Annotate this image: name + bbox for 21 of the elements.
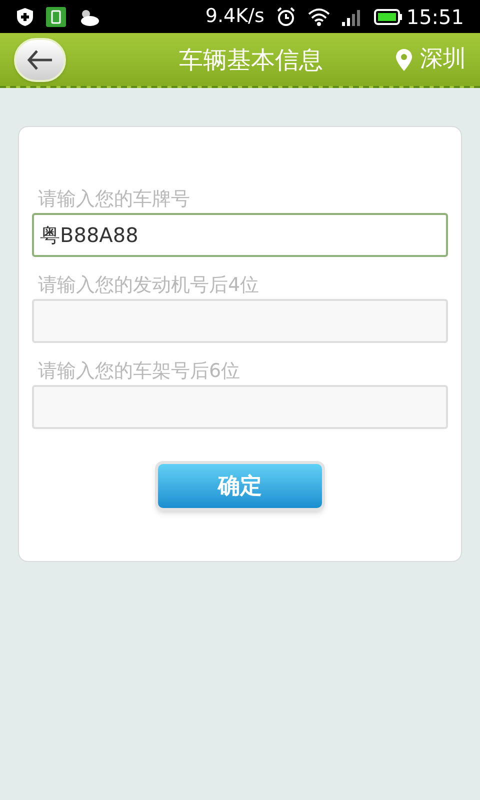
shield-icon <box>16 6 34 26</box>
input-field[interactable] <box>32 385 448 429</box>
alarm-icon <box>276 6 296 26</box>
weather-icon <box>78 8 100 26</box>
back-arrow-icon <box>26 48 54 70</box>
network-speed: 9.4K/s <box>205 4 264 30</box>
page-title: 车辆基本信息 <box>178 44 324 76</box>
city-button[interactable]: 深圳 <box>396 42 466 77</box>
field-label: 请输入您的车牌号 <box>37 187 191 212</box>
location-pin-icon <box>396 48 412 70</box>
confirm-button[interactable]: 确定 <box>155 461 325 511</box>
wifi-icon <box>308 8 330 26</box>
field-label: 请输入您的车架号后6位 <box>37 359 242 384</box>
input-field[interactable] <box>32 299 448 343</box>
clock-time: 15:51 <box>406 4 464 30</box>
battery-icon <box>374 8 402 24</box>
sim-icon <box>46 6 66 26</box>
signal-icon <box>342 8 362 26</box>
field-label: 请输入您的发动机号后4位 <box>37 273 260 298</box>
input-field[interactable]: 粤B88A88 <box>32 213 448 257</box>
back-button[interactable] <box>14 38 66 82</box>
